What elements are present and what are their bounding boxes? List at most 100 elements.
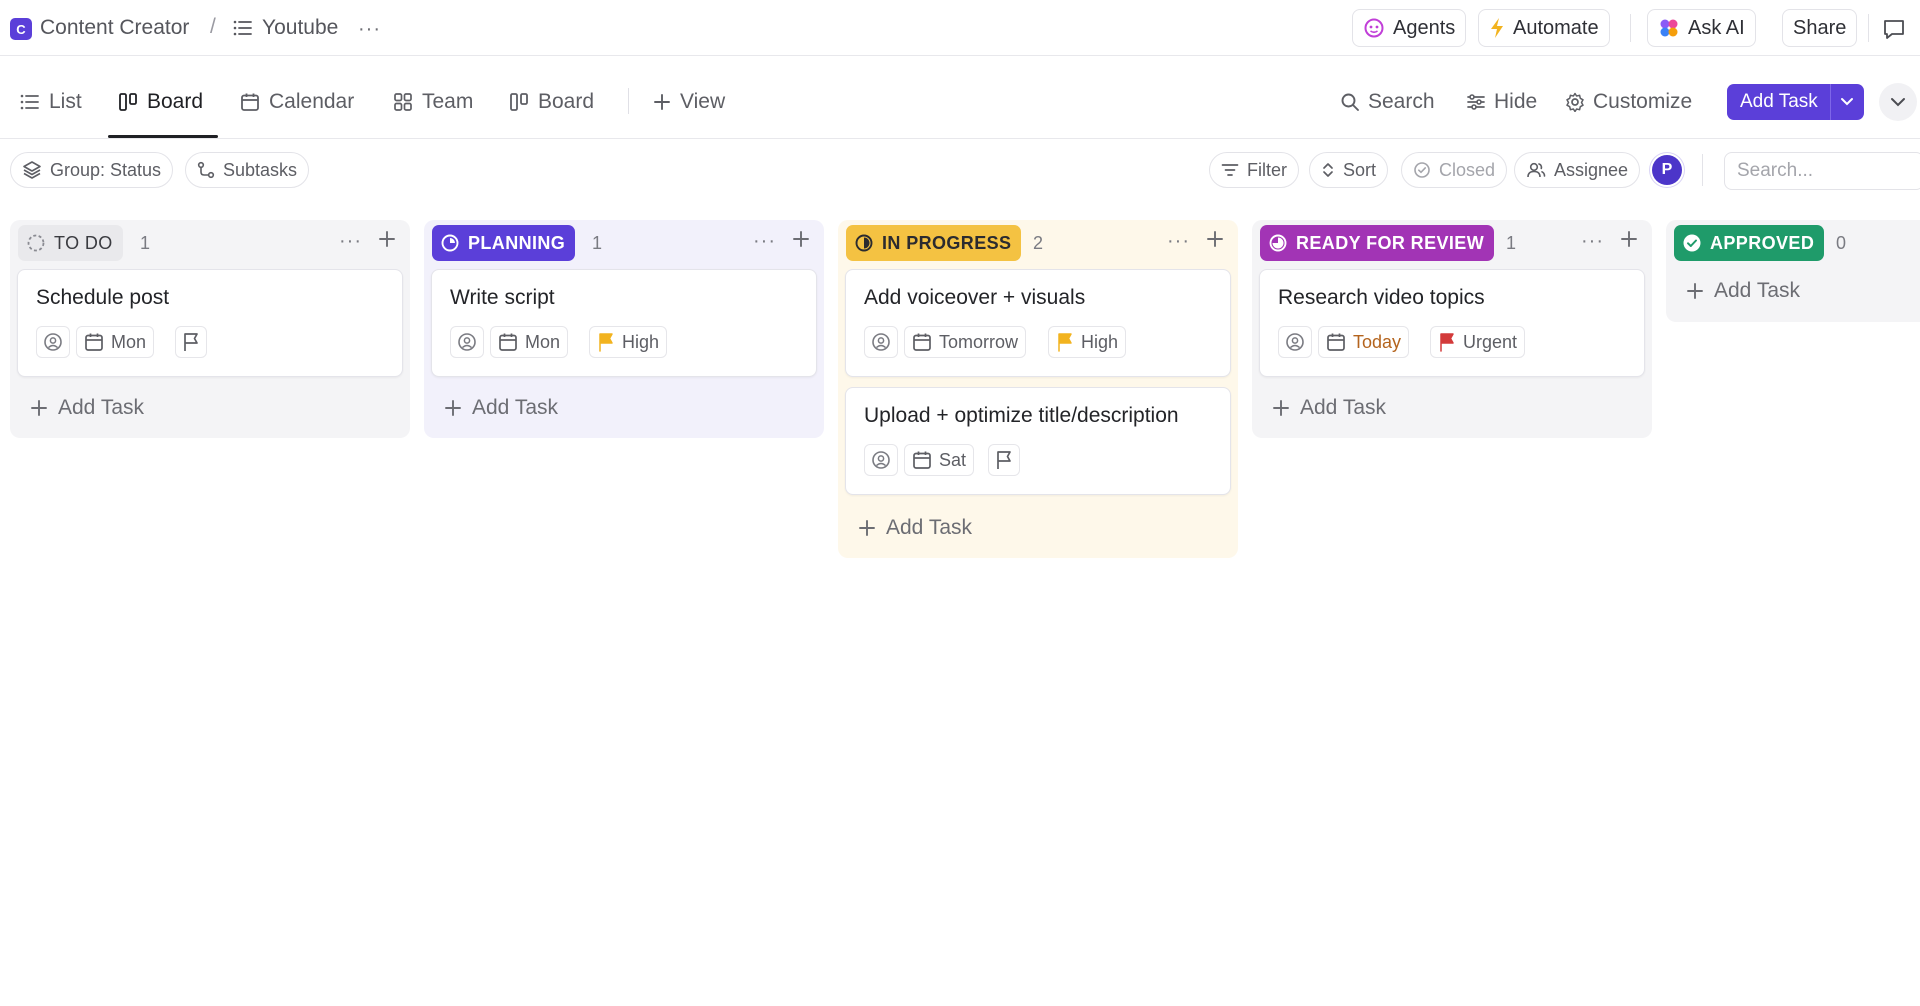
breadcrumb-separator: / [210,15,216,38]
status-badge[interactable]: READY FOR REVIEW [1260,225,1495,261]
calendar-icon [84,332,104,352]
column-title: APPROVED [1710,232,1815,253]
add-task-link[interactable]: Add Task [30,396,144,420]
board-search-input[interactable] [1724,152,1920,190]
add-task-dropdown[interactable] [1829,84,1864,120]
sort-icon [1321,161,1335,179]
more-options-icon[interactable]: ··· [358,18,381,41]
list-icon [233,19,253,37]
status-badge[interactable]: TO DO [18,225,123,261]
column-planning: PLANNING 1 ··· Write script Mon High Add… [424,220,824,438]
add-task-link[interactable]: Add Task [1272,396,1386,420]
assignee-picker[interactable] [36,326,70,358]
closed-chip[interactable]: Closed [1401,152,1508,188]
column-count: 1 [592,233,603,253]
sort-label: Sort [1343,159,1377,180]
column-add-icon[interactable] [1206,230,1224,248]
task-card[interactable]: Write script Mon High [431,269,817,377]
breadcrumb-workspace[interactable]: Content Creator [40,16,189,40]
tab-list[interactable]: List [20,90,82,114]
automate-button[interactable]: Automate [1478,9,1610,47]
agents-button[interactable]: Agents [1352,9,1467,47]
column-more-icon[interactable]: ··· [1581,230,1604,253]
tab-board-2[interactable]: Board [509,90,594,114]
customize-label: Customize [1593,90,1693,113]
due-date-picker[interactable]: Today [1318,326,1410,358]
column-add-icon[interactable] [792,230,810,248]
due-date-label: Today [1353,331,1402,352]
check-circle-icon [1682,233,1702,253]
assignee-picker[interactable] [1278,326,1312,358]
subtasks-label: Subtasks [223,159,298,180]
priority-label: High [622,331,660,352]
progress-circle-icon [440,233,460,253]
add-view-button[interactable]: View [653,90,725,114]
filter-divider [1702,154,1703,186]
task-card[interactable]: Schedule post Mon [17,269,403,377]
priority-picker[interactable]: Urgent [1430,326,1526,358]
calendar-icon [912,450,932,470]
users-icon [1526,161,1546,179]
group-by-chip[interactable]: Group: Status [10,152,174,188]
column-count: 1 [1506,233,1517,253]
chat-icon[interactable] [1882,17,1906,41]
priority-picker[interactable] [175,326,207,358]
task-card[interactable]: Upload + optimize title/description Sat [845,387,1231,495]
status-badge[interactable]: PLANNING [432,225,576,261]
assignee-picker[interactable] [450,326,484,358]
flag-icon [597,332,615,352]
workspace-avatar[interactable]: C [10,18,32,40]
assignee-chip[interactable]: Assignee [1514,152,1641,188]
priority-picker[interactable]: High [589,326,668,358]
priority-label: High [1081,331,1119,352]
assignee-icon [1285,332,1305,352]
breadcrumb-list[interactable]: Youtube [262,16,338,40]
plus-icon [444,399,462,417]
add-task-label: Add Task [1714,279,1800,302]
sort-chip[interactable]: Sort [1309,152,1389,188]
assignee-picker[interactable] [864,444,898,476]
tab-board[interactable]: Board [118,90,203,114]
share-button[interactable]: Share [1782,9,1858,47]
assignee-icon [871,450,891,470]
add-task-link[interactable]: Add Task [1686,279,1800,303]
filter-chip[interactable]: Filter [1209,152,1299,188]
avatar[interactable]: P [1652,155,1682,185]
add-task-button[interactable]: Add Task [1727,84,1830,120]
list-icon [20,93,40,111]
task-title: Add voiceover + visuals [864,286,1086,309]
status-badge[interactable]: IN PROGRESS [846,225,1022,261]
due-date-picker[interactable]: Sat [904,444,975,476]
add-task-link[interactable]: Add Task [444,396,558,420]
ask-ai-button[interactable]: Ask AI [1647,9,1756,47]
column-more-icon[interactable]: ··· [753,230,776,253]
column-in-progress: IN PROGRESS 2 ··· Add voiceover + visual… [838,220,1238,558]
tab-team[interactable]: Team [393,90,473,114]
column-add-icon[interactable] [378,230,396,248]
tab-calendar[interactable]: Calendar [240,90,354,114]
hide-button[interactable]: Hide [1466,90,1537,114]
column-more-icon[interactable]: ··· [1167,230,1190,253]
priority-picker[interactable]: High [1048,326,1127,358]
status-badge[interactable]: APPROVED [1674,225,1825,261]
task-card[interactable]: Add voiceover + visuals Tomorrow High [845,269,1231,377]
search-button[interactable]: Search [1340,90,1435,114]
task-card[interactable]: Research video topics Today Urgent [1259,269,1645,377]
automate-label: Automate [1513,16,1599,39]
column-more-icon[interactable]: ··· [339,230,362,253]
customize-button[interactable]: Customize [1565,90,1692,114]
assignee-picker[interactable] [864,326,898,358]
layers-icon [22,160,42,180]
hide-label: Hide [1494,90,1538,113]
collapse-toolbar-button[interactable] [1879,83,1917,121]
subtasks-chip[interactable]: Subtasks [185,152,310,188]
priority-picker[interactable] [988,444,1020,476]
plus-icon [653,93,671,111]
column-add-icon[interactable] [1620,230,1638,248]
column-approved: APPROVED 0 Add Task [1666,220,1920,322]
plus-icon [30,399,48,417]
add-task-link[interactable]: Add Task [858,516,972,540]
due-date-picker[interactable]: Mon [490,326,569,358]
due-date-picker[interactable]: Tomorrow [904,326,1027,358]
due-date-picker[interactable]: Mon [76,326,155,358]
